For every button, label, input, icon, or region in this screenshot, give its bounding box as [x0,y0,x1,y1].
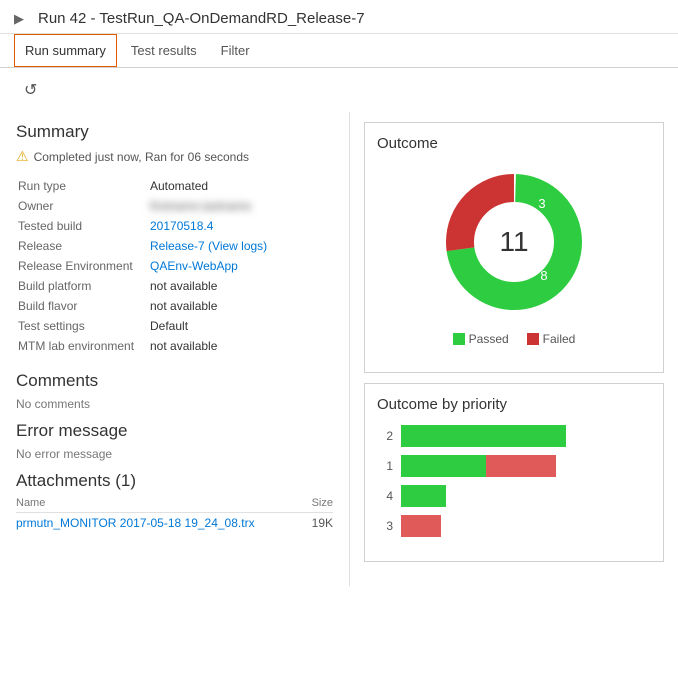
tabs-bar: Run summary Test results Filter [0,34,678,68]
label-owner: Owner [18,197,148,215]
attachment-row: prmutn_MONITOR 2017-05-18 19_24_08.trx 1… [16,516,333,530]
info-row-run-type: Run type Automated [18,177,331,195]
attachments-title: Attachments (1) [16,471,333,491]
label-build-flavor: Build flavor [18,297,148,315]
attachment-size: 19K [312,516,333,530]
priority-title: Outcome by priority [377,396,651,413]
value-test-settings: Default [150,317,331,335]
priority-chart: 2 1 4 [377,421,651,549]
info-row-release-env: Release Environment QAEnv-WebApp [18,257,331,275]
legend-failed-color [527,333,539,345]
info-table: Run type Automated Owner firstname.lastn… [16,175,333,357]
bar-green-4 [401,485,446,507]
left-panel: Summary ⚠ Completed just now, Ran for 06… [0,112,350,586]
tab-run-summary[interactable]: Run summary [14,34,117,67]
value-build-flavor: not available [150,297,331,315]
failed-count: 3 [538,196,545,211]
page-title: Run 42 - TestRun_QA-OnDemandRD_Release-7 [38,10,365,27]
info-row-release: Release Release-7 (View logs) [18,237,331,255]
legend-failed: Failed [527,332,576,346]
priority-bars-4 [401,485,446,507]
bar-red-1 [486,455,556,477]
warning-line: ⚠ Completed just now, Ran for 06 seconds [16,148,333,165]
attachment-link[interactable]: prmutn_MONITOR 2017-05-18 19_24_08.trx [16,516,255,530]
priority-bars-3 [401,515,441,537]
priority-label-4: 4 [377,489,393,503]
warning-text: Completed just now, Ran for 06 seconds [34,150,249,164]
priority-label-2: 2 [377,429,393,443]
passed-count: 8 [540,268,547,283]
info-row-test-settings: Test settings Default [18,317,331,335]
bar-red-3 [401,515,441,537]
info-row-build-platform: Build platform not available [18,277,331,295]
comments-text: No comments [16,397,333,411]
priority-label-3: 3 [377,519,393,533]
warning-icon: ⚠ [16,148,29,165]
title-bar: ▶ Run 42 - TestRun_QA-OnDemandRD_Release… [0,0,678,34]
right-panel: Outcome 3 8 11 [350,112,678,586]
value-run-type: Automated [150,177,331,195]
priority-row-4: 4 [377,485,651,507]
value-release[interactable]: Release-7 (View logs) [150,237,331,255]
label-release: Release [18,237,148,255]
priority-bars-2 [401,425,566,447]
outcome-title: Outcome [377,135,651,152]
label-build-platform: Build platform [18,277,148,295]
col-size: Size [312,497,333,509]
value-owner: firstname.lastname [150,197,331,215]
bar-green-1 [401,455,486,477]
info-row-mtm: MTM lab environment not available [18,337,331,355]
outcome-section: Outcome 3 8 11 [364,122,664,373]
legend-passed: Passed [453,332,509,346]
info-row-build-flavor: Build flavor not available [18,297,331,315]
legend-failed-label: Failed [543,332,576,346]
value-release-env[interactable]: QAEnv-WebApp [150,257,331,275]
label-tested-build: Tested build [18,217,148,235]
donut-container: 3 8 11 [377,162,651,322]
priority-bars-1 [401,455,556,477]
tab-filter[interactable]: Filter [211,35,260,66]
label-release-env: Release Environment [18,257,148,275]
legend-passed-color [453,333,465,345]
attachments-header: Name Size [16,497,333,513]
col-name: Name [16,497,45,509]
value-build-platform: not available [150,277,331,295]
error-title: Error message [16,421,333,441]
comments-title: Comments [16,371,333,391]
label-mtm: MTM lab environment [18,337,148,355]
run-icon: ▶ [14,11,30,27]
priority-row-2: 2 [377,425,651,447]
info-row-owner: Owner firstname.lastname [18,197,331,215]
error-text: No error message [16,447,333,461]
priority-section: Outcome by priority 2 1 4 [364,383,664,562]
refresh-button[interactable]: ↺ [14,72,47,108]
info-row-tested-build: Tested build 20170518.4 [18,217,331,235]
legend: Passed Failed [377,332,651,346]
tab-test-results[interactable]: Test results [121,35,207,66]
total-count: 11 [499,226,528,258]
legend-passed-label: Passed [469,332,509,346]
priority-label-1: 1 [377,459,393,473]
summary-section-title: Summary [16,122,333,142]
value-mtm: not available [150,337,331,355]
label-run-type: Run type [18,177,148,195]
label-test-settings: Test settings [18,317,148,335]
value-tested-build[interactable]: 20170518.4 [150,217,331,235]
priority-row-3: 3 [377,515,651,537]
bar-green-2 [401,425,566,447]
priority-row-1: 1 [377,455,651,477]
